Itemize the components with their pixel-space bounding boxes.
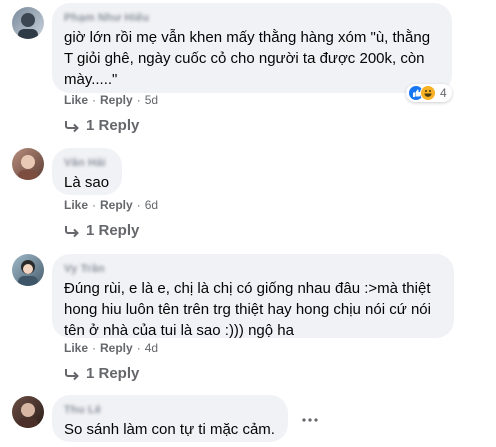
separator-dot: ·: [92, 198, 97, 212]
comment-text: giờ lớn rồi mẹ vẫn khen mấy thằng hàng x…: [64, 29, 434, 88]
view-replies-link[interactable]: 1 Reply: [64, 116, 139, 136]
avatar-image: [18, 13, 38, 39]
comment-bubble: Văn Hải Là sao: [52, 148, 122, 195]
reply-button[interactable]: Reply: [100, 198, 133, 212]
like-button[interactable]: Like: [64, 341, 88, 355]
comment-text: Là sao: [64, 174, 110, 191]
avatar[interactable]: [12, 148, 44, 180]
more-dots-icon: [302, 418, 318, 422]
comment-author[interactable]: Phạm Như Hiếu: [64, 11, 440, 25]
separator-dot: ·: [136, 93, 141, 107]
comment-timestamp[interactable]: 5d: [145, 93, 158, 107]
view-replies-link[interactable]: 1 Reply: [64, 364, 139, 384]
reply-arrow-icon: [65, 369, 79, 381]
reply-arrow-icon: [65, 121, 79, 133]
comment-author[interactable]: Thu Lê: [64, 403, 276, 417]
comment-text: Đúng rùi, e là e, chị là chị có giống nh…: [64, 280, 436, 339]
comment-timestamp[interactable]: 6d: [145, 198, 158, 212]
reply-button[interactable]: Reply: [100, 93, 133, 107]
avatar-image: [18, 155, 38, 180]
comment-author[interactable]: Văn Hải: [64, 156, 110, 170]
view-replies-label: 1 Reply: [86, 117, 140, 134]
view-replies-label: 1 Reply: [86, 222, 140, 239]
comment-actions: Like · Reply · 6d: [64, 197, 158, 213]
comment-actions: Like · Reply · 4d: [64, 340, 158, 356]
reaction-count: 4: [440, 86, 447, 100]
separator-dot: ·: [92, 93, 97, 107]
comment-bubble: Thu Lê So sánh làm con tự ti mặc cảm.: [52, 395, 288, 442]
comment-text: So sánh làm con tự ti mặc cảm.: [64, 421, 275, 438]
avatar[interactable]: [12, 396, 44, 428]
separator-dot: ·: [92, 341, 97, 355]
comment-timestamp[interactable]: 4d: [145, 341, 158, 355]
comment-bubble: Phạm Như Hiếu giờ lớn rồi mẹ vẫn khen mấ…: [52, 3, 452, 93]
view-replies-link[interactable]: 1 Reply: [64, 221, 139, 241]
comment-actions: Like · Reply · 5d: [64, 92, 158, 108]
comment-bubble: Vy Trần Đúng rùi, e là e, chị là chị có …: [52, 254, 454, 339]
more-options-button[interactable]: [298, 408, 322, 432]
like-button[interactable]: Like: [64, 93, 88, 107]
separator-dot: ·: [136, 198, 141, 212]
reply-button[interactable]: Reply: [100, 341, 133, 355]
comment-author[interactable]: Vy Trần: [64, 262, 442, 276]
avatar[interactable]: [12, 254, 44, 286]
avatar-image: [18, 260, 38, 286]
avatar-image: [18, 403, 38, 428]
reaction-summary[interactable]: 4: [406, 84, 452, 102]
avatar[interactable]: [12, 7, 44, 39]
reply-arrow-icon: [65, 226, 79, 238]
separator-dot: ·: [136, 341, 141, 355]
haha-icon: [420, 85, 436, 101]
like-button[interactable]: Like: [64, 198, 88, 212]
view-replies-label: 1 Reply: [86, 365, 140, 382]
